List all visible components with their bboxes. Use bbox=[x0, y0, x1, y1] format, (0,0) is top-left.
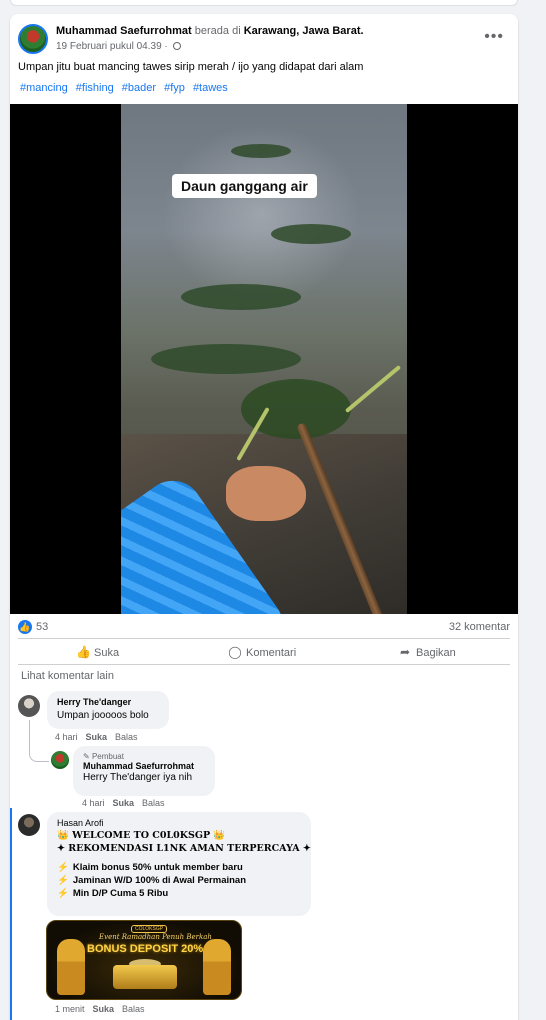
mascot-figure bbox=[57, 939, 85, 995]
hashtag-link[interactable]: #mancing bbox=[20, 82, 68, 94]
comment-button-label: Komentari bbox=[246, 647, 297, 659]
grass-blade bbox=[344, 364, 402, 414]
author-name[interactable]: Muhammad Saefurrohmat bbox=[56, 25, 192, 37]
video-overlay-label: Daun ganggang air bbox=[172, 174, 317, 198]
comment-like-link[interactable]: Suka bbox=[86, 732, 108, 742]
comment-text: Herry The'danger iya nih bbox=[83, 772, 193, 783]
promo-script-text: Event Ramadhan Penuh Berkah bbox=[99, 933, 212, 941]
commenter-name[interactable]: Hasan Arofi bbox=[57, 818, 301, 828]
bullet-text: Min D/P Cuma 5 Ribu bbox=[72, 888, 169, 899]
thumbs-up-icon: 👍 bbox=[76, 645, 91, 659]
comment-count[interactable]: 32 komentar bbox=[449, 621, 510, 633]
spam-bullet: ⚡ Jaminan W/D 100% di Awal Permainan bbox=[57, 875, 301, 886]
hashtag-link[interactable]: #bader bbox=[122, 82, 156, 94]
see-more-comments-link[interactable]: Lihat komentar lain bbox=[21, 670, 114, 682]
comment-bubble: Herry The'danger Umpan jooooos bolo bbox=[47, 691, 169, 729]
weed-patch bbox=[181, 284, 301, 310]
comment-time[interactable]: 4 hari bbox=[55, 732, 78, 742]
location-prefix: berada di bbox=[194, 25, 241, 37]
hand bbox=[226, 466, 306, 521]
weed-patch bbox=[231, 144, 291, 158]
treasure-chest bbox=[113, 965, 177, 989]
reply-thread-line bbox=[29, 720, 49, 762]
globe-icon bbox=[172, 42, 181, 50]
post-caption: Umpan jitu buat mancing tawes sirip mera… bbox=[18, 61, 364, 73]
like-count[interactable]: 53 bbox=[36, 621, 48, 633]
post-video[interactable]: Daun ganggang air bbox=[10, 104, 518, 614]
comment-meta: 4 hari Suka Balas bbox=[55, 732, 138, 742]
commenter-name[interactable]: Muhammad Saefurrohmat bbox=[83, 761, 205, 771]
share-icon: ➦ bbox=[399, 645, 411, 659]
divider bbox=[18, 664, 510, 665]
comment-text: Umpan jooooos bolo bbox=[57, 710, 149, 721]
highlight-edge bbox=[10, 808, 12, 1020]
location-link[interactable]: Karawang, Jawa Barat. bbox=[244, 25, 364, 37]
spam-bullet: ⚡ Min D/P Cuma 5 Ribu bbox=[57, 888, 301, 899]
like-button-label: Suka bbox=[94, 647, 120, 659]
action-bar: 👍 Suka ◯ Komentari ➦ Bagikan bbox=[18, 638, 510, 660]
commenter-avatar[interactable] bbox=[18, 695, 40, 717]
comment-meta: 1 menit Suka Balas bbox=[55, 1004, 145, 1014]
author-avatar[interactable] bbox=[18, 24, 48, 54]
previous-post-edge bbox=[10, 0, 518, 6]
post-header: Muhammad Saefurrohmat berada di Karawang… bbox=[18, 24, 510, 54]
author-badge: ✎ Pembuat bbox=[83, 752, 205, 761]
spam-title: 👑 WELCOME TO C0L0KSGP 👑 bbox=[57, 830, 226, 841]
hashtag-list: #mancing #fishing #bader #fyp #tawes bbox=[20, 82, 233, 94]
post-card: Muhammad Saefurrohmat berada di Karawang… bbox=[10, 14, 518, 1020]
lightning-icon: ⚡ bbox=[57, 888, 69, 899]
hashtag-link[interactable]: #tawes bbox=[193, 82, 228, 94]
like-button[interactable]: 👍 Suka bbox=[76, 645, 119, 659]
share-button-label: Bagikan bbox=[416, 647, 456, 659]
commenter-name[interactable]: Herry The'danger bbox=[57, 697, 159, 707]
like-reaction-icon[interactable]: 👍 bbox=[18, 620, 32, 634]
hashtag-link[interactable]: #fyp bbox=[164, 82, 185, 94]
author-line: Muhammad Saefurrohmat berada di Karawang… bbox=[56, 25, 364, 37]
comment-button[interactable]: ◯ Komentari bbox=[228, 645, 296, 659]
spam-bullet: ⚡ Klaim bonus 50% untuk member baru bbox=[57, 862, 301, 873]
hashtag-link[interactable]: #fishing bbox=[76, 82, 114, 94]
bullet-text: Jaminan W/D 100% di Awal Permainan bbox=[72, 875, 247, 886]
lightning-icon: ⚡ bbox=[57, 862, 69, 873]
comment-meta: 4 hari Suka Balas bbox=[82, 798, 165, 808]
more-options-icon[interactable]: ••• bbox=[484, 28, 504, 46]
weed-patch bbox=[271, 224, 351, 244]
promo-logo: COLOKSGP bbox=[131, 925, 168, 933]
promo-image[interactable]: COLOKSGP Event Ramadhan Penuh Berkah BON… bbox=[46, 920, 242, 1000]
comment-reply-link[interactable]: Balas bbox=[115, 732, 138, 742]
comment-bubble: Hasan Arofi 👑 WELCOME TO C0L0KSGP 👑 ✦ RE… bbox=[47, 812, 311, 916]
lightning-icon: ⚡ bbox=[57, 875, 69, 886]
bullet-text: Klaim bonus 50% untuk member baru bbox=[72, 862, 243, 873]
comment-like-link[interactable]: Suka bbox=[113, 798, 135, 808]
author-badge-label: Pembuat bbox=[91, 752, 124, 761]
post-stats: 👍 53 32 komentar bbox=[18, 620, 510, 636]
comment-reply-link[interactable]: Balas bbox=[122, 1004, 145, 1014]
timestamp[interactable]: 19 Februari pukul 04.39 · bbox=[56, 41, 168, 52]
comment-time[interactable]: 1 menit bbox=[55, 1004, 85, 1014]
spam-subtitle: ✦ REKOMENDASI L1NK AMAN TERPERCAYA ✦ bbox=[57, 843, 311, 854]
promo-headline: BONUS DEPOSIT 20% bbox=[87, 943, 204, 955]
weed-patch bbox=[151, 344, 301, 374]
comment-reply-link[interactable]: Balas bbox=[142, 798, 165, 808]
mascot-figure bbox=[203, 939, 231, 995]
author-reply-avatar[interactable] bbox=[51, 751, 69, 769]
comment-like-link[interactable]: Suka bbox=[93, 1004, 115, 1014]
comment-icon: ◯ bbox=[228, 645, 242, 659]
commenter-avatar[interactable] bbox=[18, 814, 40, 836]
post-time[interactable]: 19 Februari pukul 04.39 · bbox=[56, 41, 181, 52]
share-button[interactable]: ➦ Bagikan bbox=[398, 645, 456, 659]
comment-time[interactable]: 4 hari bbox=[82, 798, 105, 808]
pencil-icon: ✎ bbox=[83, 752, 90, 761]
reply-bubble: ✎ Pembuat Muhammad Saefurrohmat Herry Th… bbox=[73, 746, 215, 796]
video-frame[interactable]: Daun ganggang air bbox=[121, 104, 407, 614]
